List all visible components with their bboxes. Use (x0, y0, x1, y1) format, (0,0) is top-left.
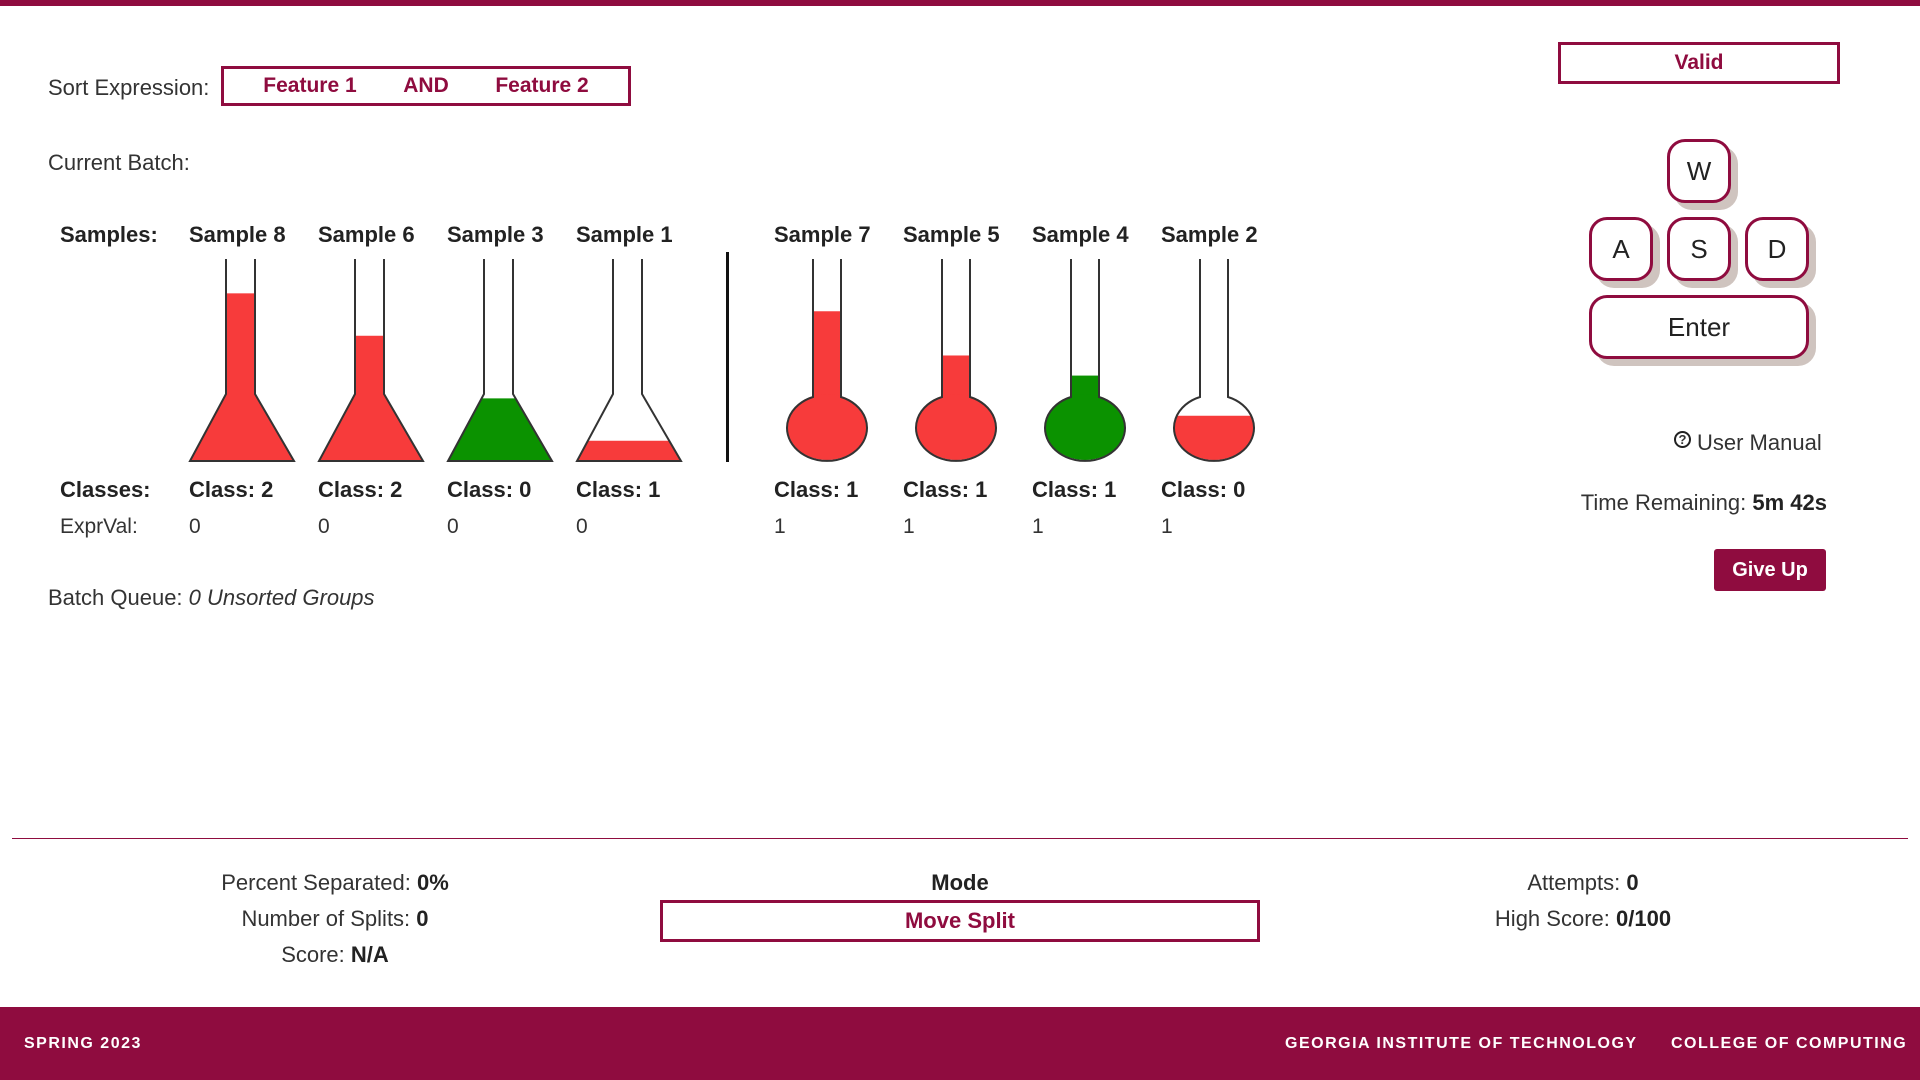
sample-class: Class: 0 (1161, 477, 1246, 502)
high-score-value: 0/100 (1616, 906, 1672, 931)
user-manual-label: User Manual (1697, 430, 1822, 455)
footer-college: COLLEGE OF COMPUTING (1671, 1035, 1908, 1052)
sample-exprval: 0 (318, 515, 330, 538)
sample-class: Class: 2 (318, 477, 403, 502)
sample-class: Class: 1 (1032, 477, 1117, 502)
mode-selector[interactable]: Move Split (660, 900, 1260, 942)
score: Score: N/A (200, 942, 470, 968)
high-score-label: High Score: (1494, 906, 1610, 931)
flask-sample-4[interactable] (1033, 254, 1143, 464)
number-of-splits-value: 0 (416, 906, 429, 931)
percent-separated: Percent Separated: 0% (200, 870, 470, 896)
sample-exprval: 0 (189, 515, 201, 538)
sample-class: Class: 1 (576, 477, 661, 502)
samples-row-label: Samples: (60, 222, 158, 247)
flask-sample-5[interactable] (904, 254, 1014, 464)
key-a-button[interactable]: A (1589, 217, 1653, 281)
sample-exprval: 1 (1032, 515, 1044, 538)
time-remaining: Time Remaining: 5m 42s (1581, 490, 1827, 516)
sample-name: Sample 7 (774, 222, 871, 247)
flask-sample-2[interactable] (1162, 254, 1272, 464)
sample-exprval: 0 (447, 515, 459, 538)
percent-separated-value: 0% (416, 870, 449, 895)
flask-sample-8[interactable] (188, 254, 298, 464)
time-remaining-value: 5m 42s (1752, 490, 1827, 515)
flask-sample-3[interactable] (446, 254, 556, 464)
score-value: N/A (350, 942, 389, 967)
top-accent-bar (0, 0, 1920, 6)
current-batch-label: Current Batch: (48, 150, 190, 175)
sample-exprval: 0 (576, 515, 588, 538)
attempts-value: 0 (1626, 870, 1639, 895)
split-divider[interactable] (726, 252, 729, 462)
key-enter-button[interactable]: Enter (1589, 295, 1809, 359)
sample-class: Class: 1 (774, 477, 859, 502)
batch-queue-value: 0 Unsorted Groups (188, 585, 375, 610)
time-remaining-label: Time Remaining: (1580, 490, 1747, 515)
key-s-button[interactable]: S (1667, 217, 1731, 281)
score-label: Score: (281, 942, 345, 967)
mode-title: Mode (931, 870, 989, 895)
exprval-row-label: ExprVal: (60, 515, 138, 538)
attempts-label: Attempts: (1527, 870, 1621, 895)
user-manual-link[interactable]: ? User Manual (1674, 430, 1822, 456)
high-score: High Score: 0/100 (1448, 906, 1718, 932)
footer-institution: GEORGIA INSTITUTE OF TECHNOLOGY (1285, 1035, 1638, 1052)
sample-exprval: 1 (903, 515, 915, 538)
sample-name: Sample 6 (318, 222, 415, 247)
flask-sample-6[interactable] (317, 254, 427, 464)
sample-class: Class: 2 (189, 477, 274, 502)
sample-class: Class: 0 (447, 477, 532, 502)
flask-sample-7[interactable] (775, 254, 885, 464)
batch-queue: Batch Queue: 0 Unsorted Groups (48, 585, 375, 611)
sample-name: Sample 4 (1032, 222, 1129, 247)
sort-token-operator[interactable]: AND (403, 74, 449, 98)
sort-expression-box[interactable]: Feature 1 AND Feature 2 (221, 66, 631, 106)
classes-row-label: Classes: (60, 477, 151, 502)
section-divider (12, 838, 1908, 839)
flask-sample-1[interactable] (575, 254, 685, 464)
sample-name: Sample 3 (447, 222, 544, 247)
sample-name: Sample 8 (189, 222, 286, 247)
sample-name: Sample 5 (903, 222, 1000, 247)
give-up-button[interactable]: Give Up (1714, 549, 1826, 591)
sort-expression-label: Sort Expression: (48, 75, 210, 100)
validity-status: Valid (1558, 42, 1840, 84)
sample-name: Sample 2 (1161, 222, 1258, 247)
sample-class: Class: 1 (903, 477, 988, 502)
number-of-splits-label: Number of Splits: (241, 906, 411, 931)
sort-token-feature-1[interactable]: Feature 1 (263, 74, 356, 98)
footer: SPRING 2023 GEORGIA INSTITUTE OF TECHNOL… (0, 1007, 1920, 1080)
sample-name: Sample 1 (576, 222, 673, 247)
key-d-button[interactable]: D (1745, 217, 1809, 281)
sort-token-feature-2[interactable]: Feature 2 (495, 74, 588, 98)
footer-term: SPRING 2023 (24, 1035, 142, 1052)
attempts: Attempts: 0 (1448, 870, 1718, 896)
help-circle-icon: ? (1674, 430, 1691, 448)
batch-queue-label: Batch Queue: (48, 585, 183, 610)
key-w-button[interactable]: W (1667, 139, 1731, 203)
percent-separated-label: Percent Separated: (221, 870, 411, 895)
sample-exprval: 1 (774, 515, 786, 538)
number-of-splits: Number of Splits: 0 (200, 906, 470, 932)
sample-exprval: 1 (1161, 515, 1173, 538)
